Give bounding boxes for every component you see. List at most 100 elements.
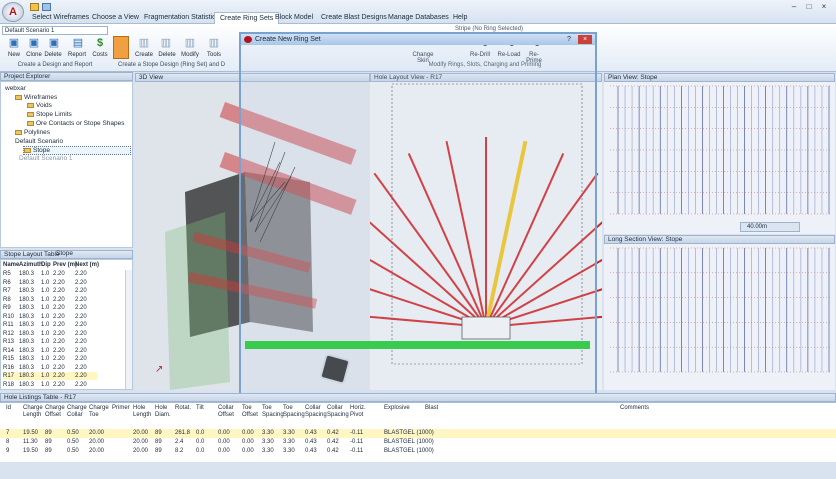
hole-table-column-header[interactable]: Hole Length (133, 405, 157, 419)
dialog-close-button[interactable]: × (578, 35, 592, 44)
stope-table-row[interactable]: R12180.31.02.202.20 (3, 330, 97, 338)
tree-item-stope-limits[interactable]: Stope Limits (27, 111, 72, 118)
stope-table-row[interactable]: R14180.31.02.202.20 (3, 347, 97, 355)
stope-table-scrollbar[interactable] (125, 270, 132, 389)
hole-table-cell: 3.30 (262, 448, 274, 454)
maximize-button[interactable]: □ (803, 2, 815, 11)
menu-fragmentation-statistics[interactable]: Fragmentation Statistics (139, 12, 224, 24)
minimize-button[interactable]: – (788, 2, 800, 11)
create-button[interactable]: Create (132, 52, 156, 58)
stope-table-cell: 2.20 (53, 330, 75, 338)
delete-icon[interactable]: ▣ (44, 36, 64, 50)
hole-table-column-header[interactable]: Comments (620, 405, 644, 412)
menu-select-wireframes[interactable]: Select Wireframes (27, 12, 94, 24)
hole-table-column-header[interactable]: Collar Offset (218, 405, 242, 419)
stope-table-row[interactable]: R8180.31.02.202.20 (3, 296, 97, 304)
save-icon[interactable] (30, 3, 39, 11)
hole-table-column-header[interactable]: Collar Spacing (305, 405, 329, 419)
dialog-logo-icon (244, 36, 252, 43)
hole-table-column-header[interactable]: Explosive (384, 405, 408, 412)
report-icon[interactable]: ▤ (68, 36, 88, 50)
scenario-dropdown[interactable]: Default Scenario 1 (2, 26, 108, 35)
stope-table-cell: 2.20 (53, 296, 75, 304)
dialog-help-button[interactable]: ? (563, 35, 575, 44)
menu-create-blast-designs[interactable]: Create Blast Designs (316, 12, 392, 24)
modify-button[interactable]: Modify (178, 52, 202, 58)
tree-item-ore-contacts[interactable]: Ore Contacts or Stope Shapes (27, 120, 125, 127)
tools-button[interactable]: Tools (202, 52, 226, 58)
stope-tab[interactable]: Stope (56, 250, 73, 258)
delete-ring-button[interactable]: Delete (155, 52, 179, 58)
menu-help[interactable]: Help (448, 12, 472, 24)
stope-table-row[interactable]: R6180.31.02.202.20 (3, 279, 97, 287)
tools-icon[interactable]: ▥ (204, 36, 224, 50)
stope-table-cell: R15 (3, 355, 19, 363)
ring-icon[interactable] (113, 36, 129, 59)
hole-table-cell: 19.50 (23, 448, 38, 454)
stope-table-cell: 2.20 (75, 304, 97, 312)
plan-zoom-field[interactable]: 40.00m (740, 222, 800, 232)
new-icon[interactable]: ▣ (4, 36, 24, 50)
hole-table-column-header[interactable]: Tilt (196, 405, 220, 412)
stope-table-header-row: NameAzimuthDipPrev (m)Next (m) (3, 261, 97, 269)
hole-table-cell: 0.42 (327, 448, 339, 454)
stope-table-cell: R9 (3, 304, 19, 312)
stope-table-cell: 180.3 (19, 296, 41, 304)
stope-table-row[interactable]: R13180.31.02.202.20 (3, 338, 97, 346)
modify-icon[interactable]: ▥ (180, 36, 200, 50)
quick-access-icon[interactable] (42, 3, 51, 11)
stope-table-row[interactable]: R15180.31.02.202.20 (3, 355, 97, 363)
stope-table-row[interactable]: R5180.31.02.202.20 (3, 270, 97, 278)
delete-ring-icon[interactable]: ▥ (156, 36, 176, 50)
hole-table-cell: 89 (45, 439, 52, 445)
hole-table-column-header[interactable]: Charge Length (23, 405, 47, 419)
hole-table-cell: 3.30 (283, 430, 295, 436)
stope-table-cell: 1.0 (41, 313, 53, 321)
tree-item-voids[interactable]: Voids (27, 102, 52, 109)
hole-table-row[interactable]: 719.50890.5020.0020.0089261.80.00.000.00… (0, 429, 836, 438)
costs-button[interactable]: Costs (88, 52, 112, 58)
close-button[interactable]: × (818, 2, 830, 11)
tree-item-scenario-1[interactable]: Default Scenario 1 (19, 155, 72, 162)
app-logo[interactable]: A (2, 2, 24, 22)
menu-choose-view[interactable]: Choose a View (87, 12, 144, 24)
stope-table-cell: R13 (3, 338, 19, 346)
hole-table-cell: 11.30 (23, 439, 38, 445)
menu-block-model[interactable]: Block Model (270, 12, 318, 24)
long-view-viewport[interactable] (604, 244, 835, 390)
tree-item-wireframes[interactable]: Wireframes (15, 94, 57, 101)
delete-button[interactable]: Delete (41, 52, 65, 58)
hole-table-column-header[interactable]: Blast (425, 405, 449, 412)
hole-table-cell: 9 (6, 448, 9, 454)
hole-table-cell: 0.00 (242, 448, 254, 454)
clone-icon[interactable]: ▣ (24, 36, 44, 50)
stope-table-row[interactable]: R11180.31.02.202.20 (3, 321, 97, 329)
stope-table-cell: 2.20 (75, 330, 97, 338)
stope-table-row[interactable]: R9180.31.02.202.20 (3, 304, 97, 312)
stope-table-row[interactable]: R17180.31.02.202.20 (3, 372, 97, 380)
tree-item-root[interactable]: webxar (5, 85, 26, 92)
hole-table-column-header[interactable]: Horiz. Pivot (350, 405, 374, 419)
long-grid (604, 244, 835, 380)
tree-item-polylines[interactable]: Polylines (15, 129, 50, 136)
hole-table-column-header[interactable]: Toe Spacing (283, 405, 307, 419)
hole-table-cell: -0.11 (350, 439, 363, 445)
hole-table-column-header[interactable]: Charge Toe (89, 405, 113, 419)
stope-table-row[interactable]: R16180.31.02.202.20 (3, 364, 97, 372)
hole-table-row[interactable]: 811.30890.5020.0020.00892.40.00.000.003.… (0, 438, 836, 447)
tree-item-default-scenario[interactable]: Default Scenario (15, 138, 63, 145)
stope-table-row[interactable]: R18180.31.02.202.20 (3, 381, 97, 389)
costs-icon[interactable]: $ (90, 36, 110, 50)
hole-table-column-header[interactable]: Collar Spacing (327, 405, 351, 419)
hole-table-column-header[interactable]: Charge Offset (45, 405, 69, 419)
report-button[interactable]: Report (65, 52, 89, 58)
hole-table-column-header[interactable]: Charge Collar (67, 405, 91, 419)
hole-table-row[interactable]: 919.50890.5020.0020.00898.20.00.000.003.… (0, 447, 836, 456)
stope-table-row[interactable]: R10180.31.02.202.20 (3, 313, 97, 321)
plan-view-viewport[interactable]: 40.00m (604, 82, 835, 234)
tree-item-stope[interactable]: Stope (23, 146, 131, 155)
menu-manage-databases[interactable]: Manage Databases (383, 12, 454, 24)
stope-table-row[interactable]: R7180.31.02.202.20 (3, 287, 97, 295)
stope-table-cell: 1.0 (41, 330, 53, 338)
create-icon[interactable]: ▥ (134, 36, 154, 50)
